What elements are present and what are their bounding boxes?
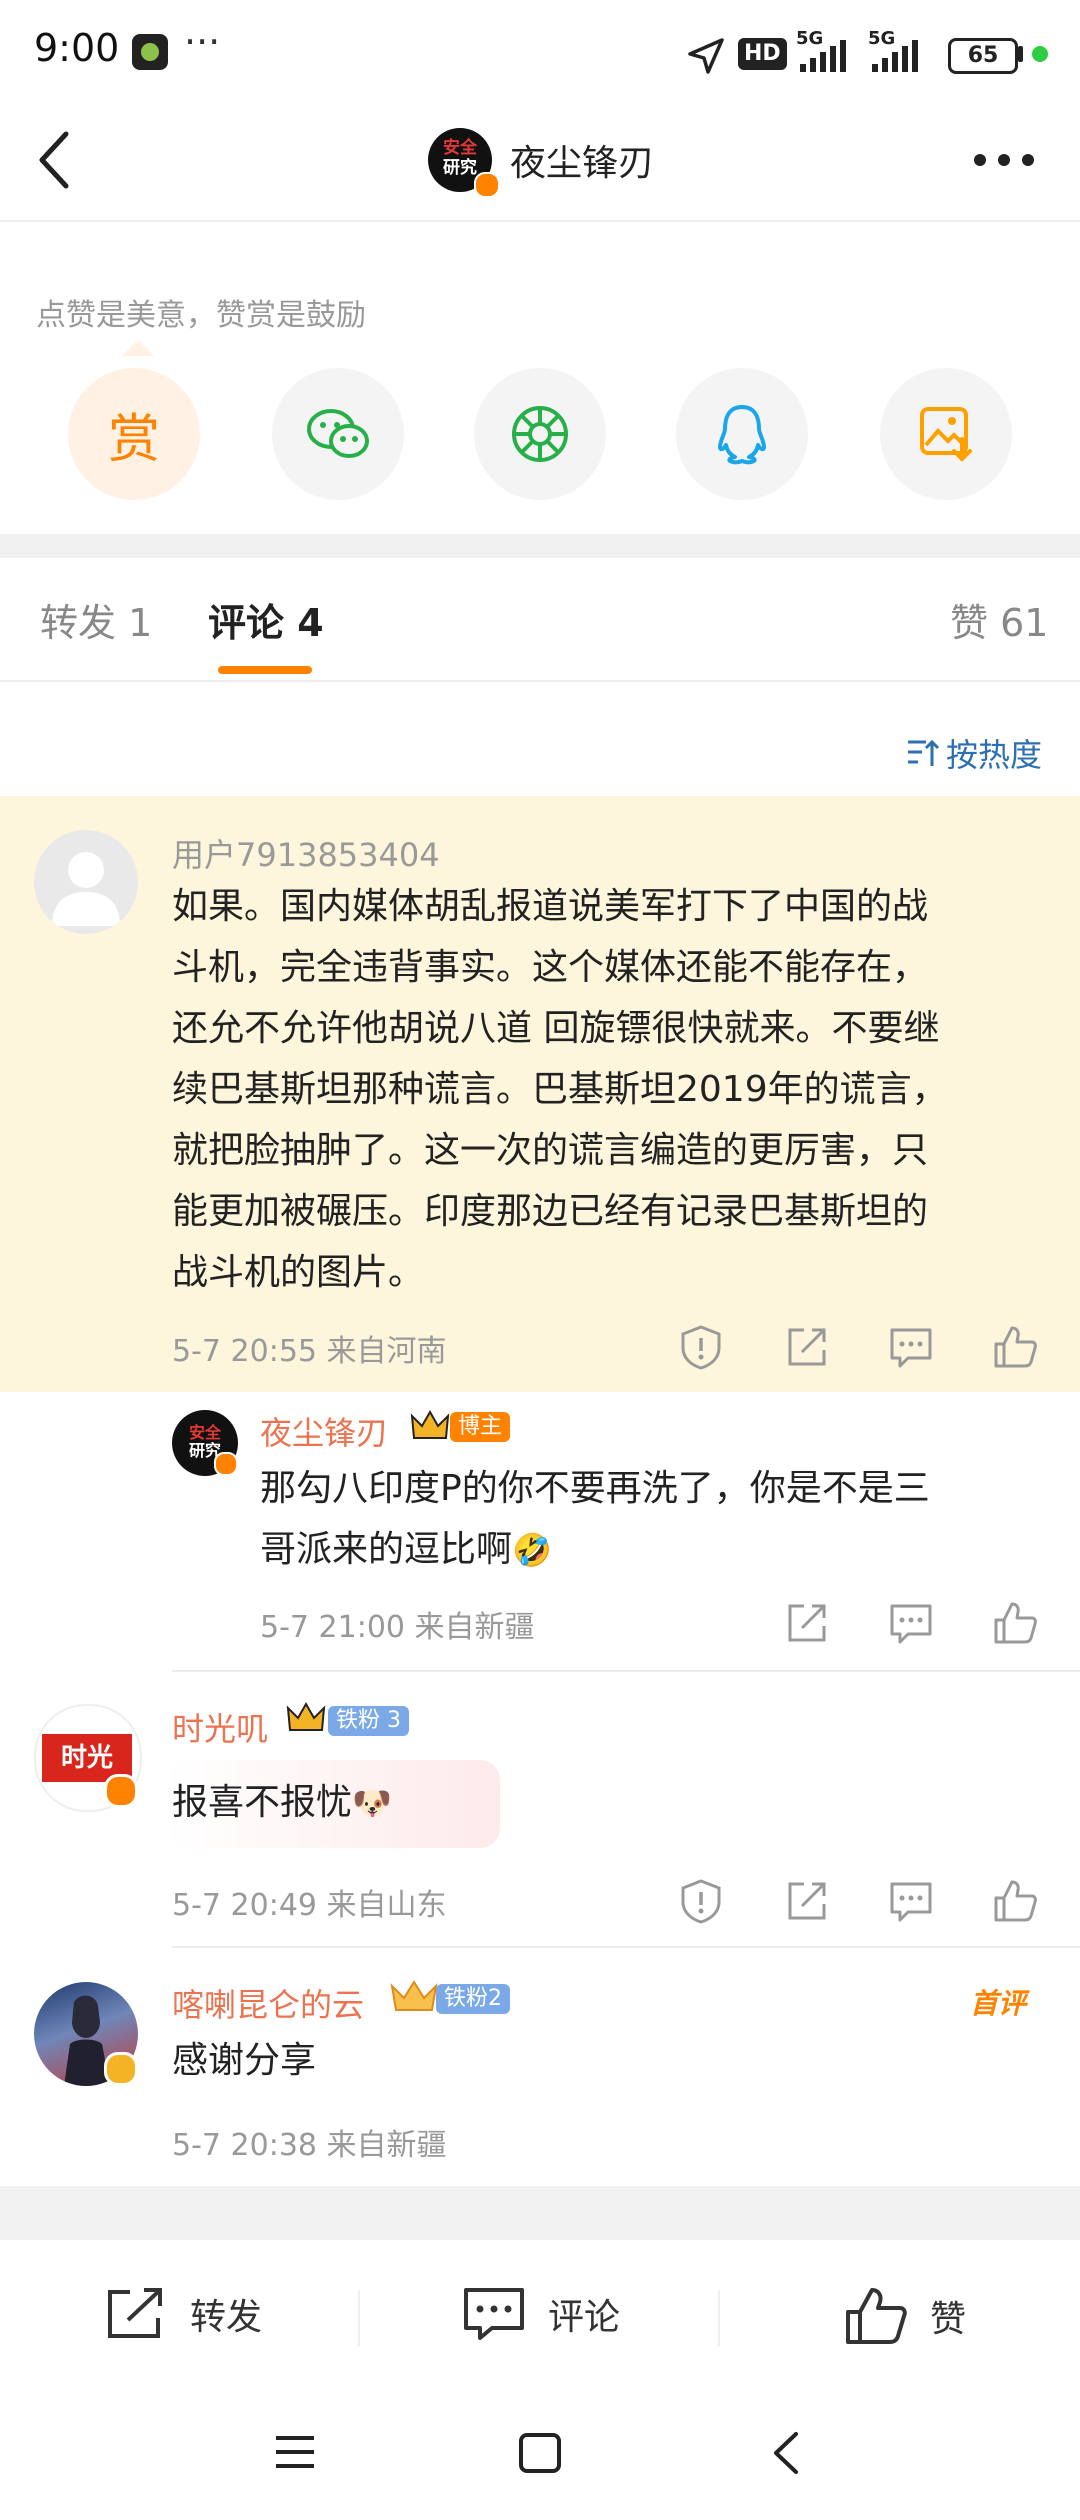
reply-text: 那勾八印度P的你不要再洗了，你是不是三 哥派来的逗比啊🤣 [260, 1468, 930, 1570]
share-wechat-button[interactable] [272, 368, 404, 500]
comment-meta: 5-7 20:49 来自山东 [172, 1888, 447, 1923]
section-divider [0, 534, 1080, 558]
reward-icon: 赏 [107, 409, 160, 470]
share-qq-button[interactable] [676, 368, 808, 500]
default-avatar-icon [52, 852, 120, 926]
tabs-divider [0, 680, 1080, 682]
comment-text: 报喜不报忧🐶 [172, 1782, 392, 1823]
reply-username[interactable]: 夜尘锋刃 [260, 1408, 388, 1454]
like-icon [846, 2288, 907, 2344]
battery-tip [1018, 46, 1023, 62]
save-image-button[interactable] [880, 368, 1012, 500]
list-end-divider [0, 2186, 1080, 2240]
first-comment-tag: 首评 [970, 1987, 1027, 2020]
reward-hint: 点赞是美意，赞赏是鼓励 [36, 298, 366, 333]
top-nav: 安全 研究 夜尘锋刃 [0, 100, 1080, 222]
like-label: 赞 [930, 2299, 967, 2340]
tab-comment[interactable]: 评论 4 [208, 592, 324, 647]
repost-button[interactable]: 转发 [104, 2286, 262, 2342]
reply-icon[interactable] [888, 1878, 934, 1924]
hint-pointer [122, 340, 154, 356]
moments-icon [512, 406, 568, 462]
battery-icon: 65 [948, 38, 1018, 74]
reply-icon[interactable] [888, 1324, 934, 1370]
fan-badge: 铁粉2 [436, 1984, 510, 2014]
verified-icon [214, 1452, 238, 1476]
qq-icon [718, 405, 766, 465]
share-icon[interactable] [784, 1878, 830, 1924]
share-icon[interactable] [784, 1600, 830, 1646]
share-icon[interactable] [784, 1324, 830, 1370]
app-notification-icon [132, 34, 168, 70]
tab-indicator [218, 666, 312, 674]
signal-icon-2 [872, 40, 918, 72]
system-nav-bar [0, 2390, 1080, 2520]
comment-username[interactable]: 用户7913853404 [172, 830, 440, 876]
crown-icon [286, 1701, 326, 1731]
wechat-icon [307, 409, 369, 458]
location-icon [688, 38, 724, 74]
comment-divider [172, 1946, 1080, 1948]
sort-button[interactable]: 按热度 [906, 730, 1042, 776]
report-icon[interactable] [678, 1878, 724, 1924]
sort-label: 按热度 [946, 736, 1043, 774]
home-icon[interactable] [518, 2432, 562, 2474]
privacy-dot [1032, 46, 1048, 62]
bar-divider [718, 2290, 720, 2346]
reply-meta: 5-7 21:00 来自新疆 [260, 1610, 535, 1645]
reply-icon[interactable] [888, 1600, 934, 1646]
menu-icon[interactable] [274, 2434, 316, 2470]
sort-icon [908, 739, 940, 766]
comment-button[interactable]: 评论 [462, 2286, 620, 2342]
reward-button[interactable]: 赏 [68, 368, 200, 500]
comment-username[interactable]: 喀喇昆仑的云 [172, 1980, 364, 2026]
tab-repost[interactable]: 转发 1 [40, 592, 152, 647]
comment-text: 如果。国内媒体胡乱报道说美军打下了中国的战 斗机，完全违背事实。这个媒体还能不能… [172, 886, 948, 1293]
comment-meta: 5-7 20:38 来自新疆 [172, 2128, 447, 2163]
verified-icon [104, 2052, 138, 2086]
page-title[interactable]: 夜尘锋刃 [510, 134, 654, 186]
comment-text: 感谢分享 [172, 2040, 317, 2081]
more-options-icon[interactable] [972, 152, 1036, 168]
bottom-action-bar: 转发 评论 赞 [0, 2240, 1080, 2390]
hd-icon: HD [738, 38, 787, 70]
bar-divider [358, 2290, 360, 2346]
crown-icon [410, 1409, 450, 1439]
repost-icon [108, 2288, 162, 2338]
verified-icon [104, 1774, 138, 1808]
status-more: ··· [184, 20, 221, 64]
share-moments-button[interactable] [474, 368, 606, 500]
comment-username[interactable]: 时光叽 [172, 1704, 268, 1750]
save-image-icon [920, 407, 972, 462]
like-icon[interactable] [992, 1878, 1038, 1924]
comment-divider [172, 1670, 1080, 1672]
comment-icon [464, 2288, 524, 2340]
comment-label: 评论 [548, 2297, 621, 2338]
back-icon[interactable] [34, 130, 74, 190]
signal-icon-1 [800, 40, 846, 72]
comment-avatar[interactable] [34, 830, 138, 934]
repost-label: 转发 [190, 2297, 263, 2338]
nav-back-icon[interactable] [770, 2430, 800, 2476]
report-icon[interactable] [678, 1324, 724, 1370]
status-bar: 9:00 ··· HD 5G 5G 65 [0, 0, 1080, 100]
tab-like[interactable]: 赞 61 [950, 592, 1048, 647]
verified-icon [474, 172, 500, 198]
fan-badge: 铁粉 3 [328, 1706, 409, 1736]
crown-icon [390, 1980, 438, 2011]
like-icon[interactable] [992, 1324, 1038, 1370]
blogger-badge: 博主 [450, 1412, 511, 1442]
like-icon[interactable] [992, 1600, 1038, 1646]
like-button[interactable]: 赞 [844, 2286, 966, 2346]
status-time: 9:00 [34, 26, 120, 70]
comment-meta: 5-7 20:55 来自河南 [172, 1334, 447, 1369]
